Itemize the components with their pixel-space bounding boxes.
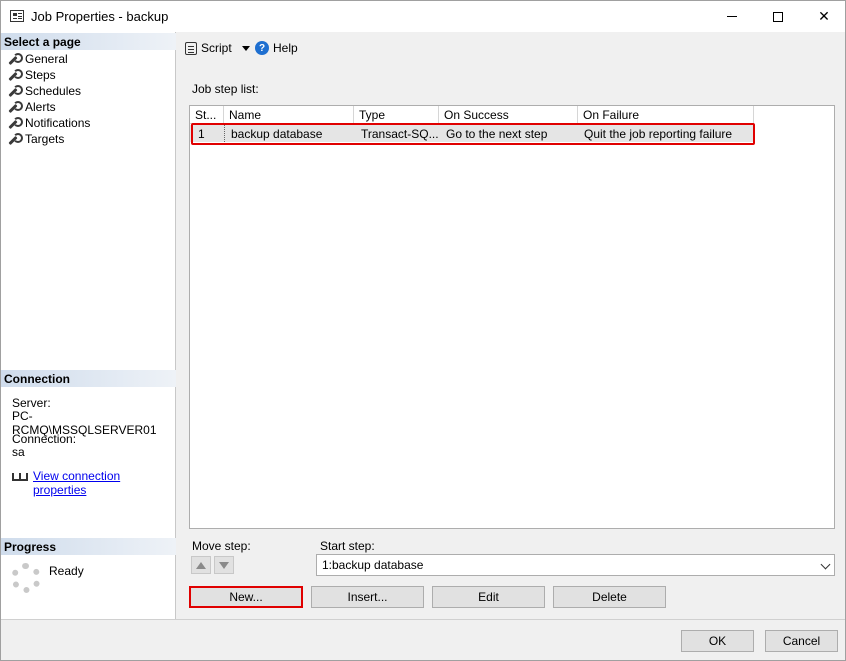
- arrow-down-icon: [219, 561, 229, 569]
- help-label: Help: [273, 41, 298, 55]
- job-properties-window: Job Properties - backup ✕ Select a page …: [0, 0, 846, 661]
- progress-spinner-icon: [11, 563, 41, 593]
- column-header-name[interactable]: Name: [224, 106, 354, 124]
- move-up-button[interactable]: [191, 556, 211, 574]
- move-down-button[interactable]: [214, 556, 234, 574]
- page-item-label: Steps: [25, 68, 56, 82]
- ok-button[interactable]: OK: [681, 630, 754, 652]
- wrench-icon: [7, 52, 23, 66]
- progress-status: Ready: [49, 564, 84, 578]
- move-step-label: Move step:: [192, 539, 251, 553]
- page-item-notifications[interactable]: Notifications: [7, 115, 90, 131]
- wrench-icon: [7, 100, 23, 114]
- delete-button[interactable]: Delete: [553, 586, 666, 608]
- wrench-icon: [7, 132, 23, 146]
- close-button[interactable]: ✕: [801, 1, 846, 32]
- script-label: Script: [201, 41, 232, 55]
- new-button[interactable]: New...: [189, 586, 303, 608]
- connection-label: Connection:: [12, 432, 77, 446]
- page-item-label: Schedules: [25, 84, 82, 98]
- wrench-icon: [7, 84, 23, 98]
- connection-value: sa: [12, 445, 25, 459]
- connection-header: Connection: [1, 370, 176, 387]
- start-step-value: 1:backup database: [322, 558, 424, 572]
- page-item-label: Notifications: [25, 116, 91, 130]
- arrow-up-icon: [196, 561, 206, 569]
- page-item-targets[interactable]: Targets: [7, 131, 64, 147]
- script-button[interactable]: Script: [185, 41, 250, 55]
- server-label: Server:: [12, 396, 51, 410]
- column-header-on-success[interactable]: On Success: [439, 106, 578, 124]
- edit-button[interactable]: Edit: [432, 586, 545, 608]
- minimize-icon: [727, 16, 737, 17]
- job-step-grid[interactable]: St... Name Type On Success On Failure 1 …: [189, 105, 835, 529]
- script-icon: [185, 41, 197, 55]
- job-step-list-label: Job step list:: [192, 82, 259, 96]
- column-header-type[interactable]: Type: [354, 106, 439, 124]
- page-item-label: Targets: [25, 132, 65, 146]
- page-item-steps[interactable]: Steps: [7, 67, 56, 83]
- page-item-label: Alerts: [25, 100, 56, 114]
- maximize-button[interactable]: [755, 1, 801, 32]
- view-connection-properties-link[interactable]: View connection properties: [33, 469, 175, 497]
- wrench-icon: [7, 68, 23, 82]
- close-icon: ✕: [818, 8, 830, 25]
- insert-button[interactable]: Insert...: [311, 586, 424, 608]
- start-step-label: Start step:: [320, 539, 375, 553]
- select-page-header: Select a page: [1, 33, 176, 50]
- window-title: Job Properties - backup: [31, 9, 169, 24]
- maximize-icon: [773, 11, 783, 22]
- progress-header: Progress: [1, 538, 176, 555]
- left-panel: Select a page General Steps Schedules Al…: [1, 32, 176, 619]
- column-header-step[interactable]: St...: [190, 106, 224, 124]
- help-button[interactable]: ? Help: [255, 41, 298, 55]
- toolbar: Script ? Help: [177, 32, 845, 64]
- minimize-button[interactable]: [709, 1, 755, 32]
- page-item-alerts[interactable]: Alerts: [7, 99, 56, 115]
- wrench-icon: [7, 116, 23, 130]
- connection-plug-icon: [11, 470, 28, 482]
- grid-header: St... Name Type On Success On Failure: [190, 106, 754, 124]
- column-header-on-failure[interactable]: On Failure: [578, 106, 754, 124]
- title-bar: Job Properties - backup ✕: [1, 1, 845, 32]
- chevron-down-icon[interactable]: [241, 45, 250, 51]
- start-step-select[interactable]: 1:backup database: [316, 554, 835, 576]
- window-app-icon: [10, 10, 24, 22]
- page-item-general[interactable]: General: [7, 51, 68, 67]
- help-icon: ?: [255, 41, 269, 55]
- chevron-down-icon: [820, 559, 831, 570]
- page-item-label: General: [25, 52, 68, 66]
- highlight-box-row: [191, 123, 755, 145]
- cancel-button[interactable]: Cancel: [765, 630, 838, 652]
- page-item-schedules[interactable]: Schedules: [7, 83, 81, 99]
